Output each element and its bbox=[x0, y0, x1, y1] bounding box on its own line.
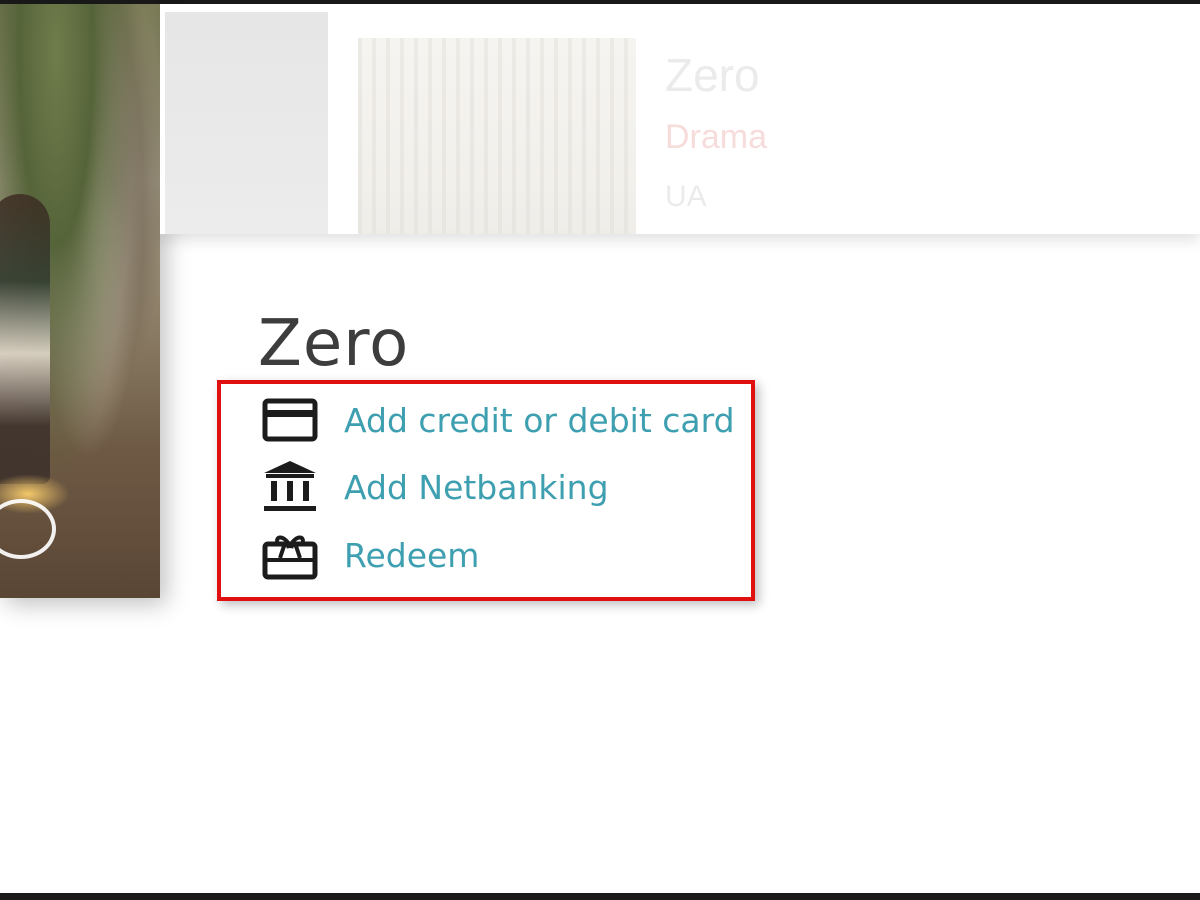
header-placeholder bbox=[165, 12, 328, 234]
app-frame: Zero Drama UA Zero Add credit or debit c… bbox=[0, 0, 1200, 900]
movie-poster bbox=[0, 4, 160, 598]
bottom-border bbox=[0, 893, 1200, 900]
page-title: Zero bbox=[258, 307, 410, 381]
add-netbanking-option[interactable]: Add Netbanking bbox=[262, 461, 609, 512]
redeem-label[interactable]: Redeem bbox=[344, 536, 479, 575]
header-title: Zero bbox=[665, 49, 760, 101]
add-netbanking-label[interactable]: Add Netbanking bbox=[344, 468, 609, 507]
add-card-option[interactable]: Add credit or debit card bbox=[262, 395, 735, 445]
header-thumbnail bbox=[358, 38, 636, 234]
add-card-label[interactable]: Add credit or debit card bbox=[344, 401, 735, 440]
header-rating: UA bbox=[665, 180, 707, 213]
poster-figure bbox=[0, 194, 50, 484]
redeem-option[interactable]: Redeem bbox=[262, 530, 479, 580]
bank-icon bbox=[262, 461, 320, 512]
gift-card-icon bbox=[262, 530, 320, 580]
credit-card-icon bbox=[262, 395, 320, 445]
header-genre: Drama bbox=[665, 118, 768, 156]
